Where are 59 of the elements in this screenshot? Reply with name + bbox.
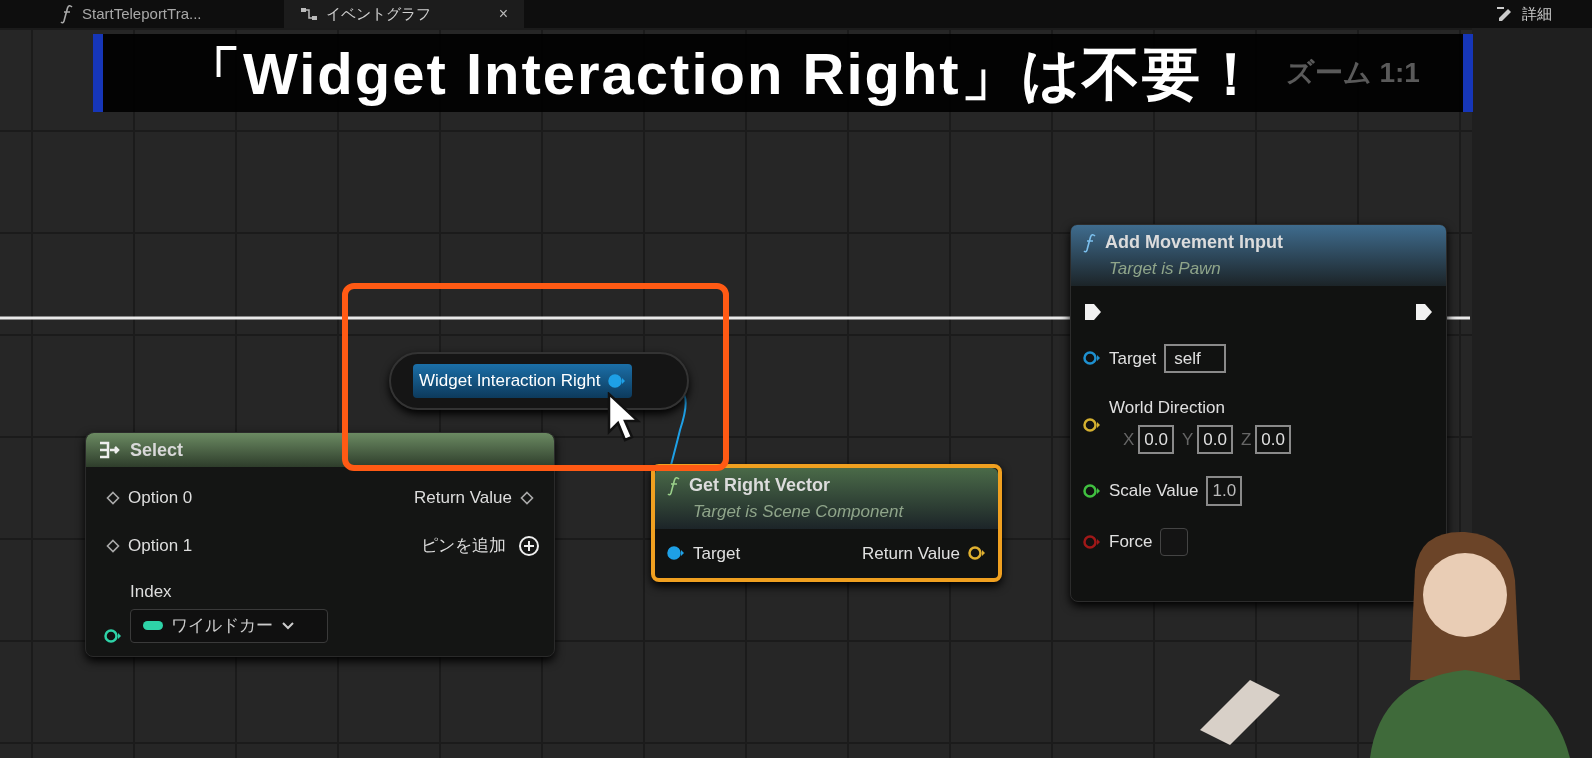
wildcard-pin-icon[interactable] [106, 490, 120, 505]
value-field[interactable]: 1.0 [1206, 476, 1243, 506]
pin-icon[interactable] [968, 546, 986, 561]
details-tab[interactable]: 詳細 [1522, 2, 1552, 26]
pencil-icon [1496, 6, 1514, 22]
function-icon [667, 475, 681, 496]
add-icon[interactable] [518, 534, 540, 557]
caption-text: 「Widget Interaction Right」は不要！ [183, 39, 1262, 108]
tab-label: StartTeleportTra... [82, 3, 202, 24]
pin-icon[interactable] [1083, 351, 1101, 366]
function-node[interactable]: Get Right Vector Target is Scene Component Target Return Value [651, 464, 1002, 582]
node-subtitle: Target is Pawn [1109, 258, 1222, 280]
wildcard-pin-icon[interactable] [106, 538, 120, 553]
zoom-label: ズーム 1:1 [1285, 56, 1420, 90]
pin-icon[interactable] [667, 546, 685, 561]
pin-label: Scale Value [1109, 480, 1199, 502]
node-title: Widget Interaction Right [419, 370, 601, 393]
node-title: Select [130, 438, 184, 462]
pin-icon[interactable] [104, 628, 122, 643]
exec-pin-icon[interactable] [1083, 301, 1103, 322]
value-field[interactable]: 0.0 [1197, 424, 1233, 454]
pin-label: Target [1109, 347, 1157, 370]
pin-label: Return Value [414, 487, 512, 509]
chevron-down-icon [281, 620, 295, 631]
axis-label: Z [1240, 428, 1252, 451]
value-field[interactable]: 0.0 [1255, 424, 1291, 454]
pin-label: Return Value [862, 542, 960, 565]
type-dropdown[interactable]: ワイルドカー [130, 608, 328, 643]
node-subtitle: Target is Scene Component [693, 501, 905, 523]
tab-label: イベントグラフ [326, 3, 431, 24]
pin-label: Option 0 [128, 487, 193, 509]
node-title: Add Movement Input [1105, 231, 1283, 254]
pin-label: Option 1 [128, 535, 193, 557]
pin-label: Target [693, 542, 741, 565]
editor-tab[interactable]: StartTeleportTra... [44, 0, 284, 28]
select-icon [98, 441, 122, 459]
close-button[interactable]: × [498, 2, 508, 26]
variable-node[interactable]: Widget Interaction Right [389, 352, 689, 410]
cursor-icon [607, 392, 643, 444]
pin-label: World Direction [1109, 397, 1226, 419]
pin-label: Force [1109, 530, 1153, 553]
wildcard-pin-icon[interactable] [520, 490, 534, 505]
pin-icon[interactable] [1083, 483, 1101, 498]
function-node[interactable]: Add Movement Input Target is Pawn Target self World Direction X 0.0 Y 0.0 Z 0.0 Scale Value 1.0 Force [1070, 224, 1447, 602]
select-node[interactable]: Select Option 0 Option 1 Return Value ピンを追加 Index ワイルドカー [85, 432, 555, 657]
node-title: Get Right Vector [689, 474, 831, 497]
pin-icon[interactable] [1083, 417, 1101, 432]
function-icon [60, 4, 74, 24]
exec-pin-icon[interactable] [1414, 301, 1434, 322]
checkbox[interactable] [1160, 527, 1189, 556]
graph-icon [300, 7, 318, 21]
pin-label: Index [130, 581, 173, 603]
add-pin-button[interactable]: ピンを追加 [421, 533, 506, 559]
axis-label: Y [1182, 428, 1194, 451]
value-field[interactable]: self [1164, 343, 1227, 373]
editor-tab[interactable]: イベントグラフ × [284, 0, 524, 28]
axis-label: X [1123, 428, 1135, 451]
function-icon [1083, 232, 1097, 253]
value-field[interactable]: 0.0 [1138, 424, 1174, 454]
